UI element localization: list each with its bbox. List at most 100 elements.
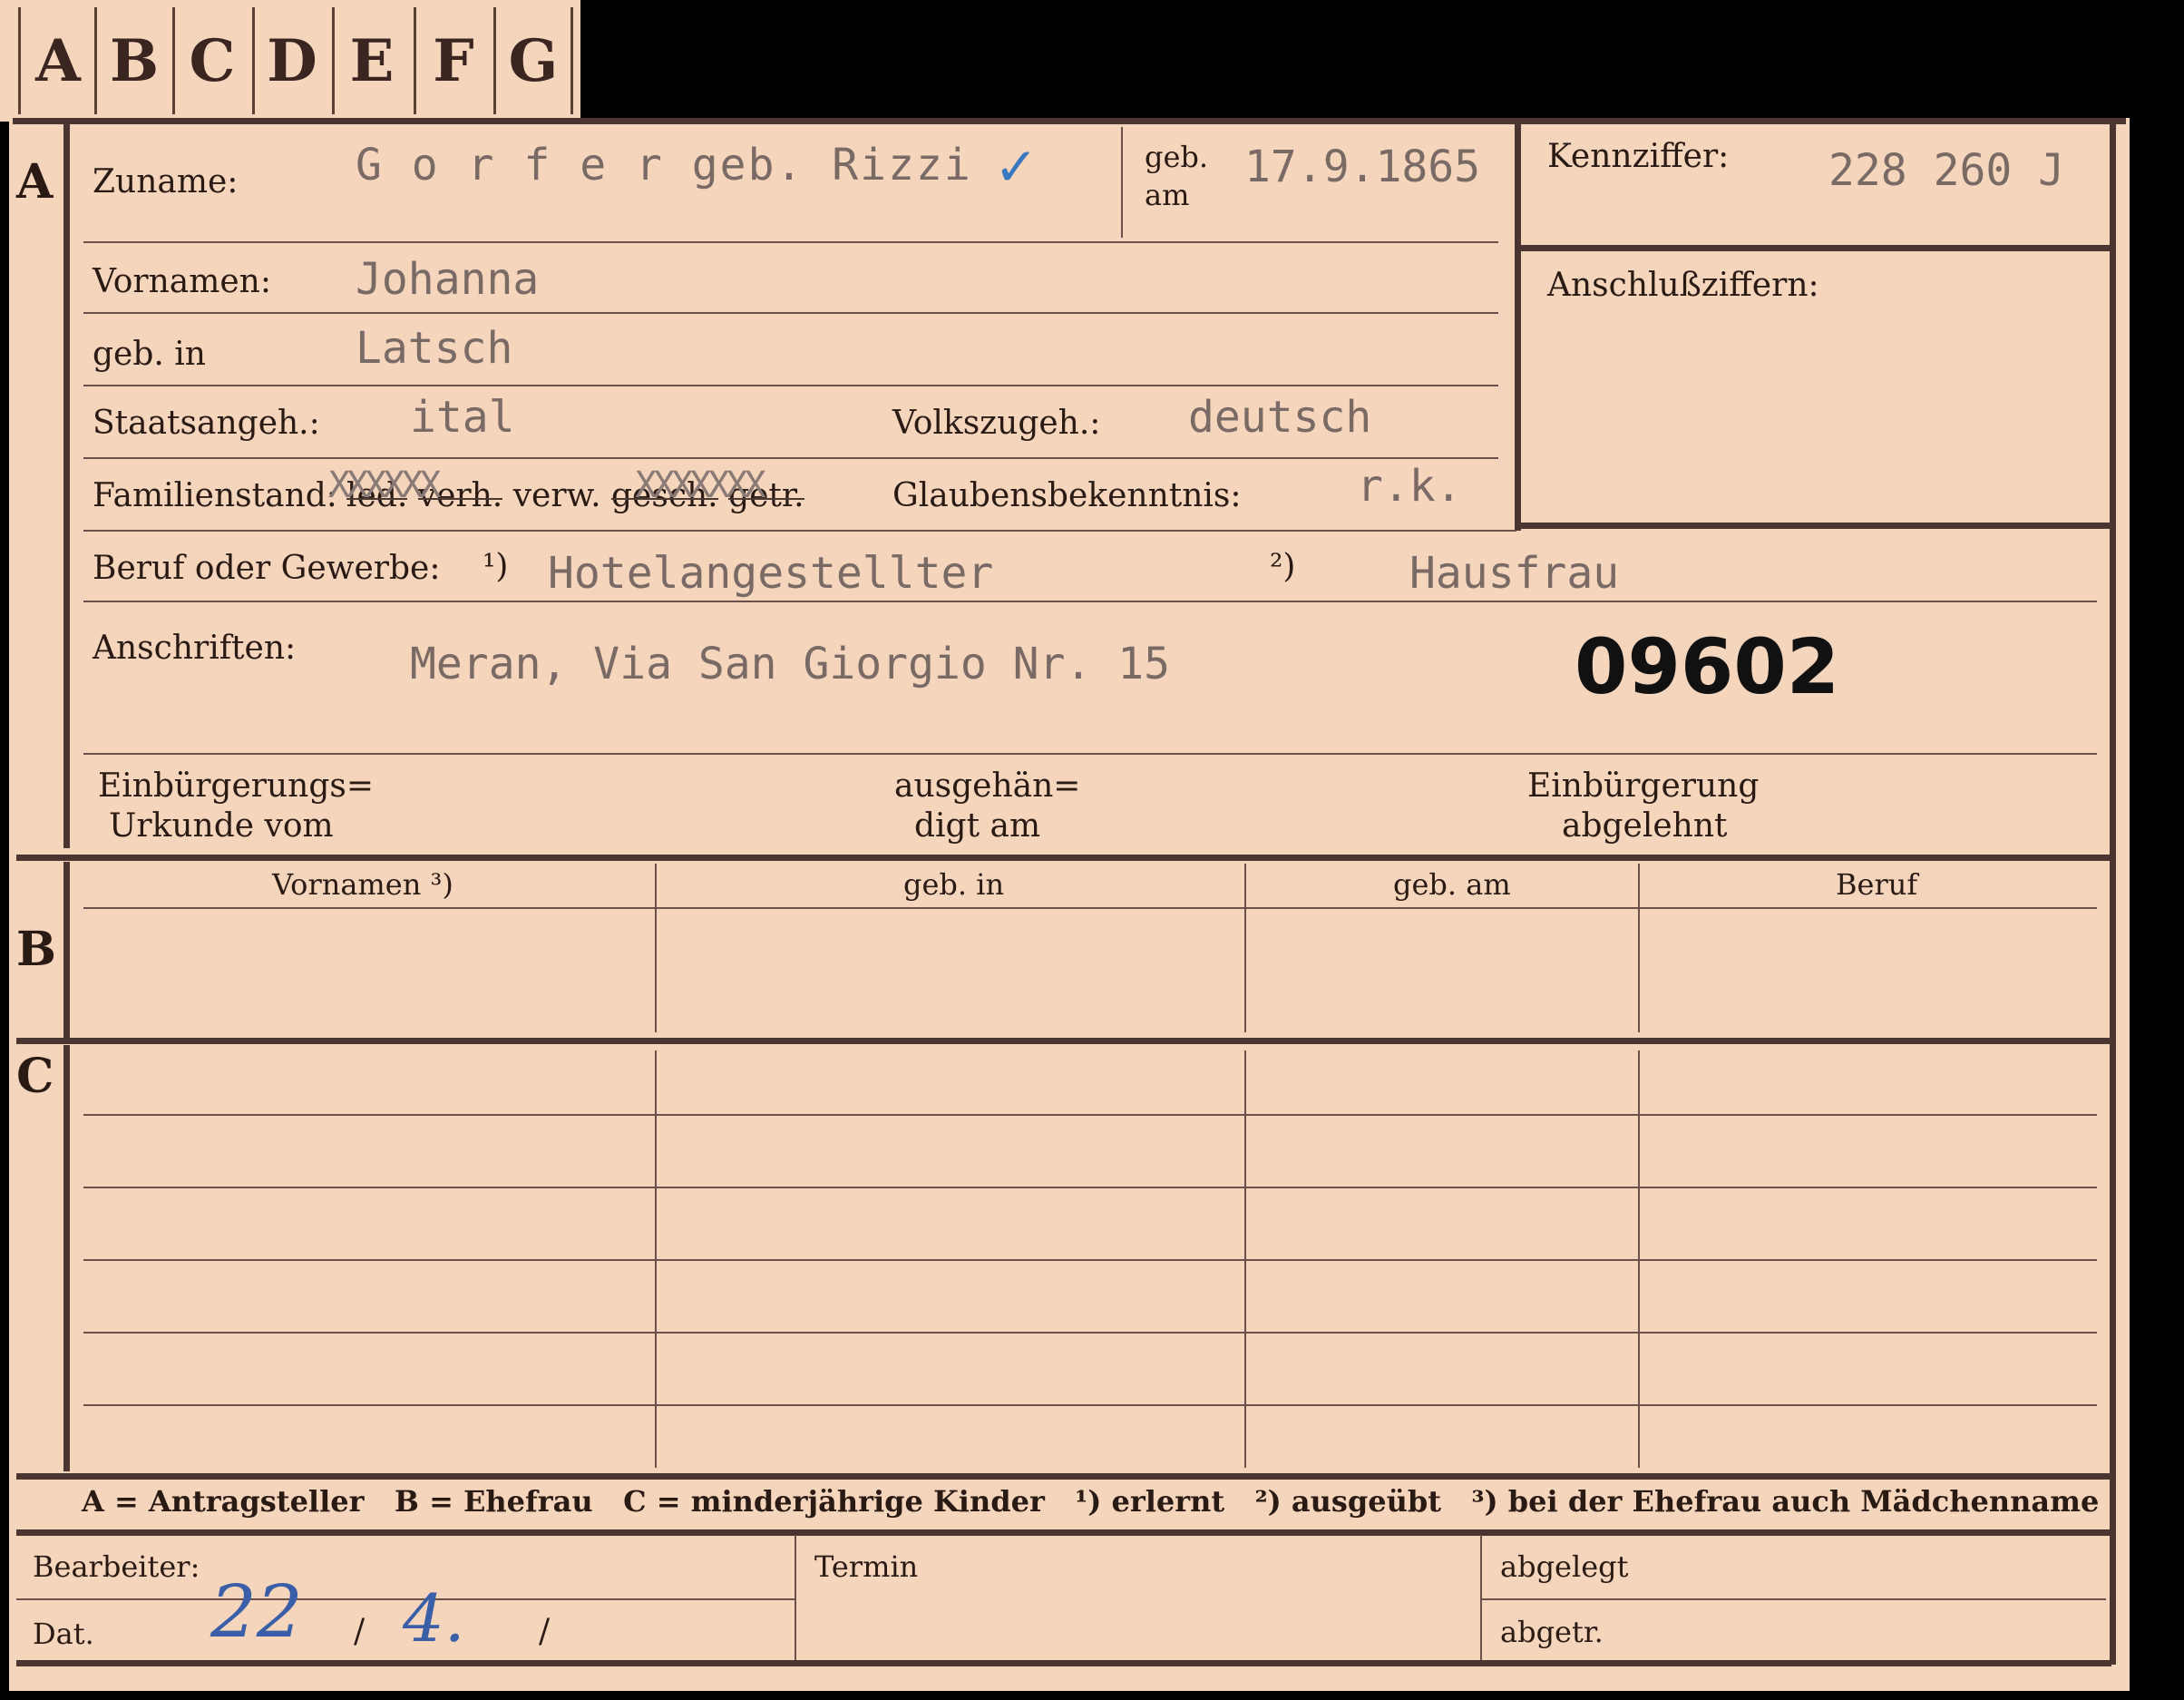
column-header-geb-in: geb. in: [903, 867, 1005, 902]
tab-letter: G: [493, 7, 573, 114]
beruf-value-1: Hotelangestellter: [548, 548, 994, 599]
kennziffer-value: 228 260 J: [1828, 145, 2065, 196]
familienstand-verw: verw.: [512, 477, 601, 514]
handwritten-month: 4.: [403, 1580, 465, 1656]
tab-letter: E: [332, 7, 409, 114]
termin-label: Termin: [814, 1549, 919, 1584]
tab-letter: D: [252, 7, 329, 114]
tab-letter: A: [18, 7, 95, 114]
einbuergerung-abgelehnt-label: Einbürgerung: [1527, 767, 1760, 805]
beruf-label: Beruf oder Gewerbe:: [93, 550, 441, 587]
row-line: [83, 1259, 2097, 1261]
datum-label: Dat.: [33, 1617, 94, 1651]
section-b-top-border: [16, 855, 2111, 861]
card-right-border: [2110, 122, 2116, 1665]
footer-top-border: [16, 1529, 2111, 1536]
row-line: [83, 1332, 2097, 1334]
typed-x-marks: XXXXXX: [328, 464, 441, 506]
index-tab-row: A B C D E F G: [0, 0, 580, 122]
glaubensbekenntnis-label: Glaubensbekenntnis:: [892, 477, 1242, 514]
volkszugehoerigkeit-label: Volkszugeh.:: [892, 405, 1101, 442]
row-line: [83, 601, 2097, 602]
kennziffer-box-divider: [1520, 245, 2110, 251]
bearbeiter-label: Bearbeiter:: [33, 1549, 200, 1584]
stamp-number: 09602: [1575, 622, 1840, 711]
beruf-marker-1: ¹): [483, 548, 509, 585]
kennziffer-box-bottom: [1515, 523, 2110, 529]
card-bottom-border: [16, 1660, 2111, 1666]
section-b-left-border: [63, 862, 70, 1038]
anschriften-value: Meran, Via San Giorgio Nr. 15: [410, 639, 1171, 689]
staatsangehoerigkeit-label: Staatsangeh.:: [93, 405, 320, 442]
row-line: [83, 312, 1498, 314]
legend-b: B = Ehefrau: [394, 1484, 593, 1519]
date-separator: /: [354, 1613, 366, 1650]
staatsangehoerigkeit-value: ital: [410, 392, 515, 443]
column-header-beruf: Beruf: [1836, 867, 1918, 902]
row-line: [83, 1114, 2097, 1116]
glaubensbekenntnis-value: r.k.: [1357, 461, 1462, 512]
zuname-label: Zuname:: [93, 163, 239, 200]
kennziffer-label: Kennziffer:: [1547, 138, 1730, 175]
legend-line: A = Antragsteller B = Ehefrau C = minder…: [82, 1484, 2099, 1519]
anschlussziffern-label: Anschlußziffern:: [1547, 267, 1819, 304]
geb-am-value: 17.9.1865: [1244, 142, 1481, 192]
einbuergerungsurkunde-label: Urkunde vom: [109, 807, 334, 845]
einbuergerung-abgelehnt-label: abgelehnt: [1562, 807, 1728, 845]
registration-card: [9, 118, 2130, 1691]
row-line: [83, 1404, 2097, 1406]
footer-divider: [795, 1535, 796, 1660]
legend-a: A = Antragsteller: [82, 1484, 365, 1519]
familienstand-label: Familienstand:: [93, 477, 337, 514]
section-a-left-border: [63, 122, 70, 848]
beruf-marker-2: ²): [1270, 548, 1296, 585]
section-c-left-border: [63, 1045, 70, 1471]
row-line: [83, 907, 2097, 909]
row-line: [83, 385, 1498, 386]
vornamen-value: Johanna: [356, 254, 540, 305]
footer-row-line: [1480, 1598, 2106, 1600]
column-divider: [1244, 864, 1246, 1032]
row-line: [83, 241, 1498, 243]
legend-note-1: ¹) erlernt: [1075, 1484, 1225, 1519]
beruf-value-2: Hausfrau: [1409, 548, 1620, 599]
row-line: [83, 457, 1498, 459]
legend-c: C = minderjährige Kinder: [623, 1484, 1045, 1519]
row-line: [83, 753, 2097, 755]
geb-am-label: am: [1145, 178, 1190, 212]
ausgehaendigt-label: ausgehän=: [894, 767, 1081, 805]
ausgehaendigt-label: digt am: [914, 807, 1041, 845]
section-label-c: C: [16, 1049, 54, 1104]
column-divider: [655, 864, 657, 1032]
anschriften-label: Anschriften:: [93, 630, 297, 667]
volkszugehoerigkeit-value: deutsch: [1188, 392, 1372, 443]
abgelegt-label: abgelegt: [1500, 1549, 1629, 1584]
row-line: [83, 530, 1516, 532]
footer-divider: [1480, 1535, 1482, 1660]
card-top-border: [13, 118, 2126, 124]
geb-in-value: Latsch: [356, 323, 513, 374]
tab-letter: C: [172, 7, 249, 114]
typed-x-marks: XXXXXXX: [635, 464, 766, 506]
tab-letter: F: [414, 7, 491, 114]
geb-am-label: geb.: [1145, 140, 1209, 174]
legend-top-border: [16, 1473, 2111, 1480]
tab-letter: B: [94, 7, 171, 114]
column-divider: [1638, 864, 1640, 1032]
legend-note-3: ³) bei der Ehefrau auch Mädchenname: [1471, 1484, 2100, 1519]
abgetragen-label: abgetr.: [1500, 1615, 1604, 1649]
legend-note-2: ²) ausgeübt: [1254, 1484, 1442, 1519]
geb-in-label: geb. in: [93, 336, 206, 373]
einbuergerungsurkunde-label: Einbürgerungs=: [98, 767, 375, 805]
section-label-a: A: [16, 154, 54, 210]
date-separator: /: [539, 1613, 551, 1650]
column-header-geb-am: geb. am: [1393, 867, 1511, 902]
section-label-b: B: [16, 922, 56, 977]
handwritten-day: 22: [210, 1569, 303, 1654]
row-line: [83, 1187, 2097, 1188]
divider: [1121, 127, 1123, 238]
check-mark: ✓: [994, 136, 1038, 198]
zuname-value: G o r f e r geb. Rizzi: [356, 140, 972, 191]
section-c-top-border: [16, 1038, 2111, 1044]
column-header-vornamen: Vornamen ³): [272, 867, 453, 902]
